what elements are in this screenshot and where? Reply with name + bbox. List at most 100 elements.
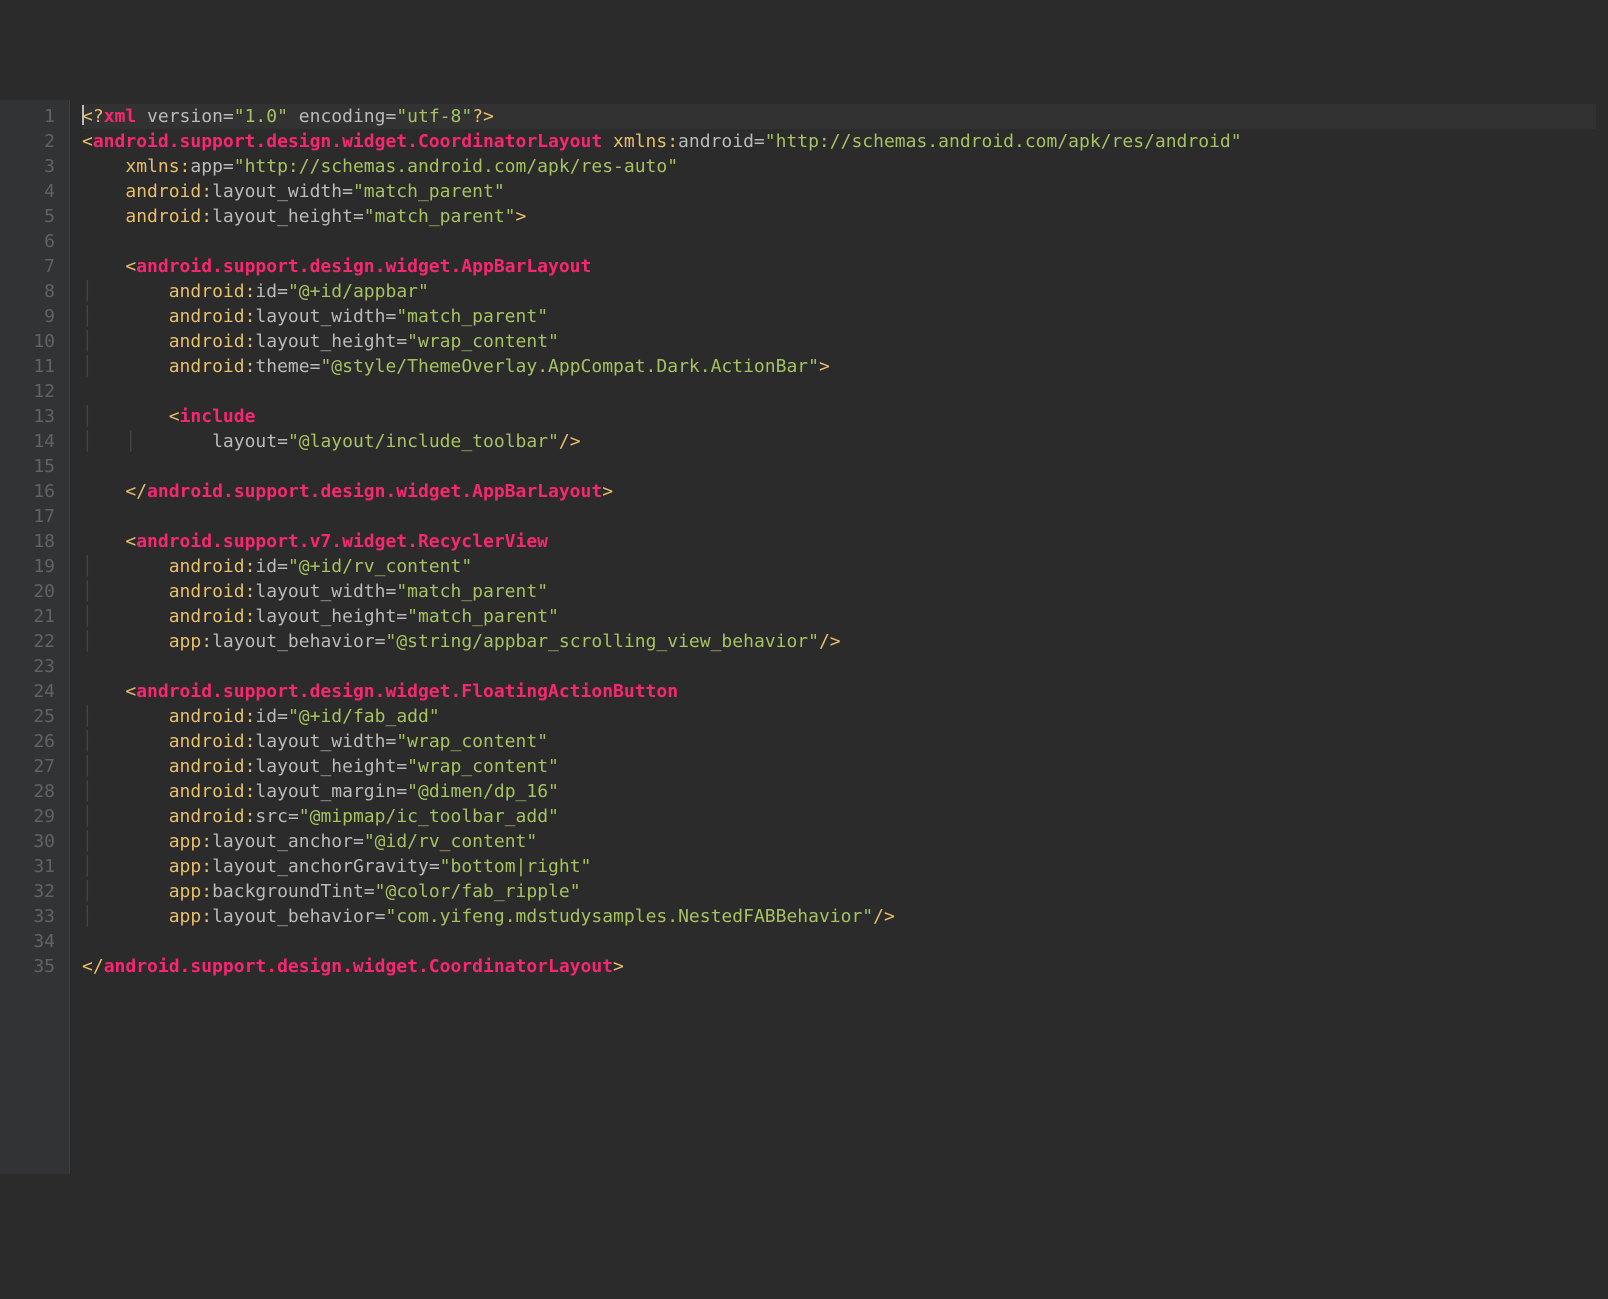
code-line[interactable] bbox=[82, 929, 1596, 954]
code-line[interactable] bbox=[82, 229, 1596, 254]
code-line[interactable]: <android.support.v7.widget.RecyclerView bbox=[82, 529, 1596, 554]
code-line[interactable]: │ │ layout="@layout/include_toolbar"/> bbox=[82, 429, 1596, 454]
code-token: "wrap_content" bbox=[407, 756, 559, 777]
code-token: id bbox=[255, 706, 277, 727]
code-line[interactable]: │ android:layout_height="match_parent" bbox=[82, 604, 1596, 629]
code-line[interactable]: │ android:theme="@style/ThemeOverlay.App… bbox=[82, 354, 1596, 379]
code-token: version bbox=[147, 106, 223, 127]
code-token: id bbox=[255, 281, 277, 302]
code-line[interactable] bbox=[82, 654, 1596, 679]
code-token: = bbox=[396, 756, 407, 777]
line-number: 25 bbox=[4, 704, 55, 729]
code-token: android: bbox=[169, 331, 256, 352]
code-token: app: bbox=[169, 831, 212, 852]
code-token: "match_parent" bbox=[353, 181, 505, 202]
code-token: app: bbox=[169, 906, 212, 927]
code-token: "http://schemas.android.com/apk/res/andr… bbox=[765, 131, 1242, 152]
code-line[interactable]: │ android:layout_width="wrap_content" bbox=[82, 729, 1596, 754]
code-token: = bbox=[353, 206, 364, 227]
code-token: < bbox=[82, 131, 93, 152]
code-line[interactable]: <android.support.design.widget.AppBarLay… bbox=[82, 254, 1596, 279]
code-line[interactable]: │ app:layout_behavior="@string/appbar_sc… bbox=[82, 629, 1596, 654]
line-number: 22 bbox=[4, 629, 55, 654]
code-token: "http://schemas.android.com/apk/res-auto… bbox=[234, 156, 678, 177]
code-line[interactable]: │ android:id="@+id/appbar" bbox=[82, 279, 1596, 304]
code-line[interactable]: <android.support.design.widget.FloatingA… bbox=[82, 679, 1596, 704]
line-number: 28 bbox=[4, 779, 55, 804]
code-line[interactable]: </android.support.design.widget.Coordina… bbox=[82, 954, 1596, 979]
code-line[interactable]: </android.support.design.widget.AppBarLa… bbox=[82, 479, 1596, 504]
indent-guide: │ bbox=[82, 281, 93, 302]
code-token: "@string/appbar_scrolling_view_behavior" bbox=[385, 631, 818, 652]
line-number: 31 bbox=[4, 854, 55, 879]
code-line[interactable] bbox=[82, 504, 1596, 529]
line-number: 32 bbox=[4, 879, 55, 904]
code-token: "match_parent" bbox=[396, 306, 548, 327]
code-token: = bbox=[353, 831, 364, 852]
code-line[interactable]: android:layout_width="match_parent" bbox=[82, 179, 1596, 204]
line-number: 23 bbox=[4, 654, 55, 679]
line-number: 29 bbox=[4, 804, 55, 829]
code-token: layout_width bbox=[212, 181, 342, 202]
code-token: < bbox=[125, 256, 136, 277]
code-token: src bbox=[255, 806, 288, 827]
code-token: = bbox=[277, 281, 288, 302]
line-number: 8 bbox=[4, 279, 55, 304]
line-number: 12 bbox=[4, 379, 55, 404]
line-number: 19 bbox=[4, 554, 55, 579]
code-line[interactable]: │ app:layout_behavior="com.yifeng.mdstud… bbox=[82, 904, 1596, 929]
code-token: layout bbox=[212, 431, 277, 452]
code-token: /> bbox=[819, 631, 841, 652]
code-token: android: bbox=[169, 581, 256, 602]
code-token: include bbox=[180, 406, 256, 427]
indent-guide: │ bbox=[82, 906, 93, 927]
code-token: encoding bbox=[299, 106, 386, 127]
code-line[interactable]: <android.support.design.widget.Coordinat… bbox=[82, 129, 1596, 154]
indent-guide: │ bbox=[82, 606, 93, 627]
code-token: layout_height bbox=[255, 331, 396, 352]
code-token: xmlns: bbox=[613, 131, 678, 152]
code-token: = bbox=[396, 331, 407, 352]
line-number: 6 bbox=[4, 229, 55, 254]
code-token: app: bbox=[169, 631, 212, 652]
code-line[interactable]: <?xml version="1.0" encoding="utf-8"?> bbox=[82, 104, 1596, 129]
code-token: < bbox=[169, 406, 180, 427]
code-line[interactable]: │ android:layout_width="match_parent" bbox=[82, 579, 1596, 604]
code-line[interactable]: android:layout_height="match_parent"> bbox=[82, 204, 1596, 229]
code-line[interactable]: xmlns:app="http://schemas.android.com/ap… bbox=[82, 154, 1596, 179]
code-line[interactable]: │ android:layout_height="wrap_content" bbox=[82, 329, 1596, 354]
code-line[interactable]: │ app:layout_anchorGravity="bottom|right… bbox=[82, 854, 1596, 879]
code-token: id bbox=[255, 556, 277, 577]
code-line[interactable] bbox=[82, 379, 1596, 404]
code-token: /> bbox=[873, 906, 895, 927]
code-line[interactable]: │ android:id="@+id/fab_add" bbox=[82, 704, 1596, 729]
indent-guide: │ bbox=[82, 431, 93, 452]
code-token: layout_width bbox=[255, 306, 385, 327]
code-line[interactable]: │ android:id="@+id/rv_content" bbox=[82, 554, 1596, 579]
indent-guide: │ bbox=[82, 556, 93, 577]
code-line[interactable]: │ app:layout_anchor="@id/rv_content" bbox=[82, 829, 1596, 854]
code-token: layout_width bbox=[255, 581, 385, 602]
line-number: 34 bbox=[4, 929, 55, 954]
indent-guide: │ bbox=[125, 431, 136, 452]
code-token: app: bbox=[169, 881, 212, 902]
code-line[interactable]: │ android:src="@mipmap/ic_toolbar_add" bbox=[82, 804, 1596, 829]
code-line[interactable]: │ android:layout_width="match_parent" bbox=[82, 304, 1596, 329]
code-token: android.support.design.widget.Coordinato… bbox=[93, 131, 613, 152]
code-line[interactable]: │ android:layout_height="wrap_content" bbox=[82, 754, 1596, 779]
code-token: = bbox=[754, 131, 765, 152]
code-line[interactable]: │ android:layout_margin="@dimen/dp_16" bbox=[82, 779, 1596, 804]
code-line[interactable]: │ <include bbox=[82, 404, 1596, 429]
code-line[interactable] bbox=[82, 454, 1596, 479]
code-area[interactable]: <?xml version="1.0" encoding="utf-8"?><a… bbox=[70, 100, 1608, 1174]
code-token: = bbox=[385, 106, 396, 127]
line-number: 1 bbox=[4, 104, 55, 129]
line-number: 33 bbox=[4, 904, 55, 929]
indent-guide: │ bbox=[82, 406, 93, 427]
code-editor[interactable]: 1234567891011121314151617181920212223242… bbox=[0, 100, 1608, 1174]
code-line[interactable]: │ app:backgroundTint="@color/fab_ripple" bbox=[82, 879, 1596, 904]
line-number: 11 bbox=[4, 354, 55, 379]
code-token: android: bbox=[125, 206, 212, 227]
code-token: android.support.v7.widget.RecyclerView bbox=[136, 531, 548, 552]
code-token: "@mipmap/ic_toolbar_add" bbox=[299, 806, 559, 827]
